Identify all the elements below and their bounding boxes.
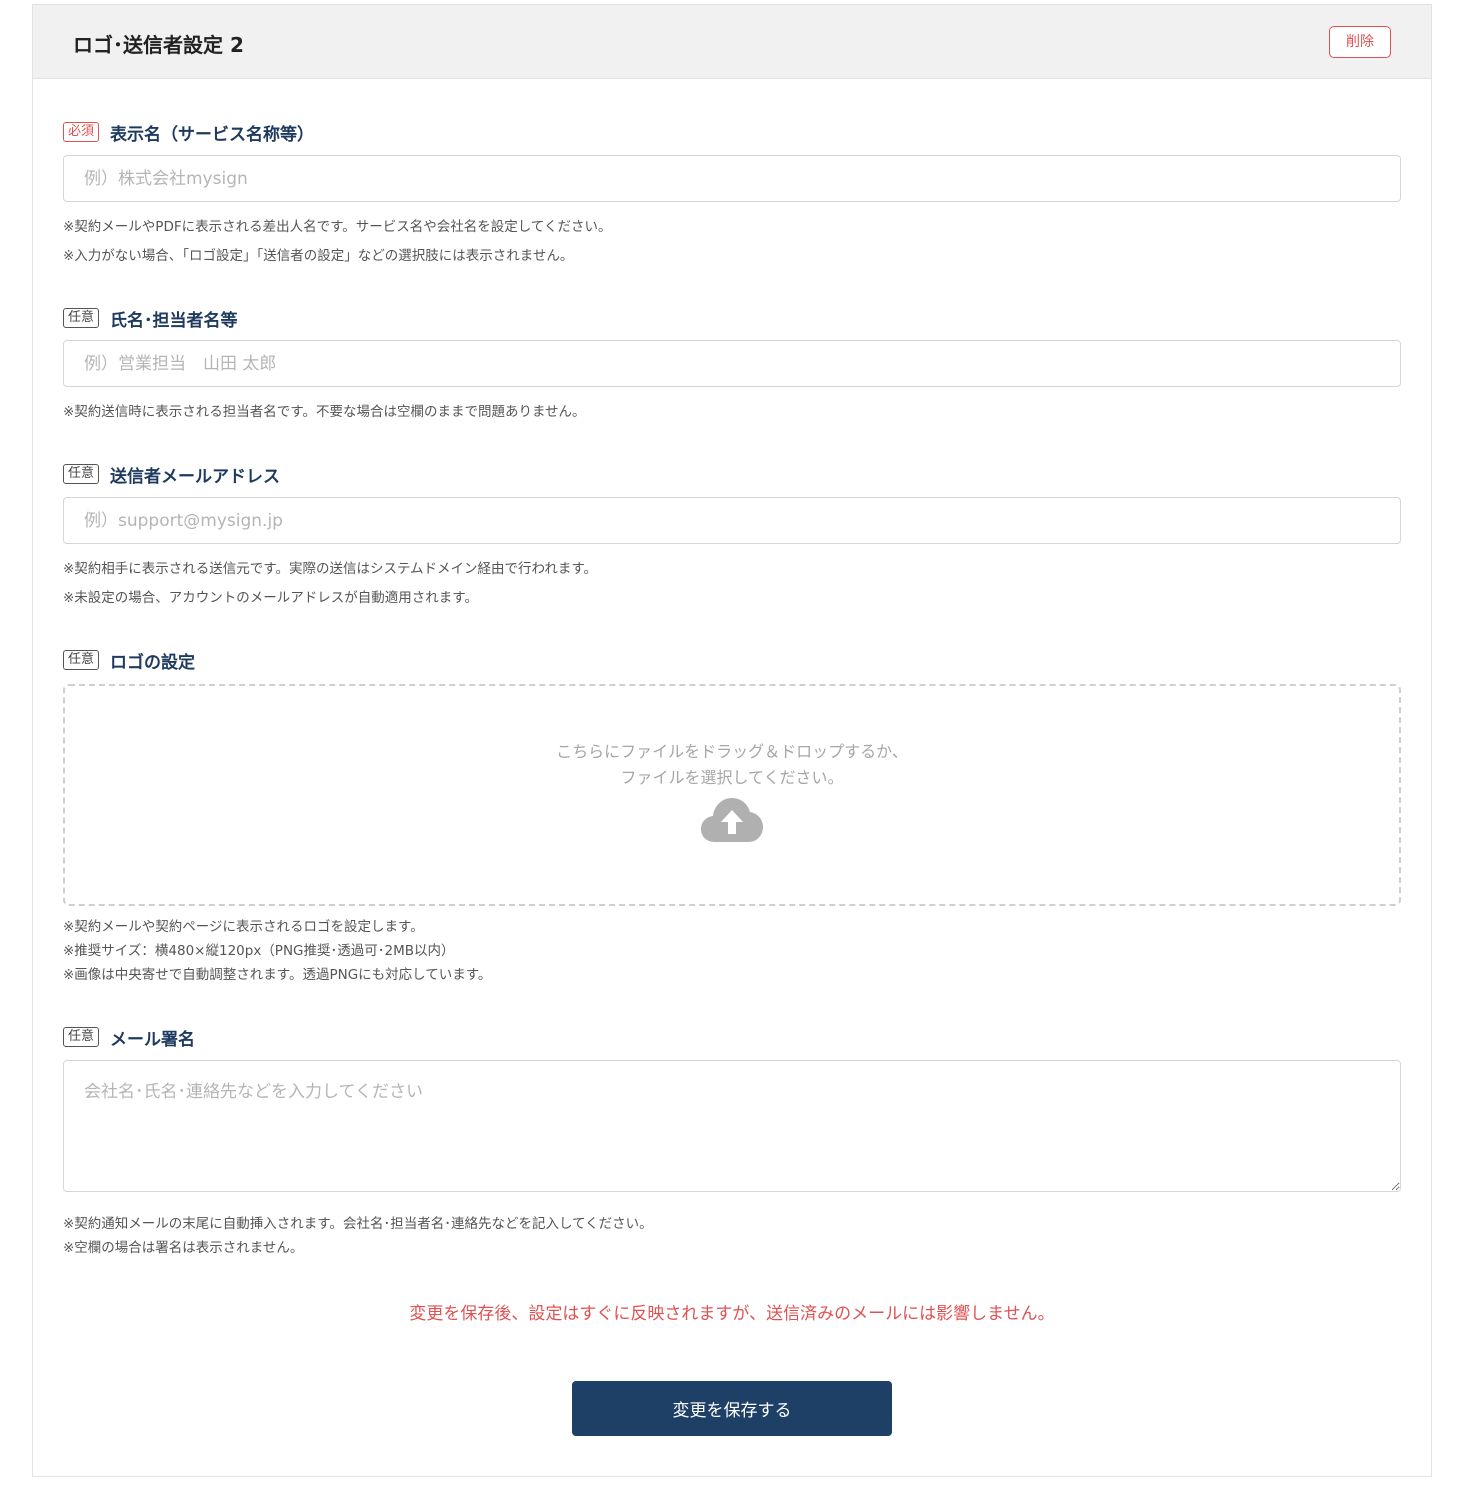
card-header: ロゴ･送信者設定 2 削除 [33,5,1431,79]
person-name-label: 氏名･担当者名等 [110,310,238,331]
display-name-help-1: ※契約メールやPDFに表示される差出人名です。サービス名や会社名を設定してくださ… [63,219,612,235]
required-badge: 必須 [63,122,100,142]
display-name-label: 表示名（サービス名称等） [110,124,315,145]
cloud-upload-icon [701,798,763,842]
logo-label-row: 任意 ロゴの設定 [63,649,196,673]
optional-badge: 任意 [63,308,100,328]
sender-email-label-row: 任意 送信者メールアドレス [63,463,281,487]
signature-label-row: 任意 メール署名 [63,1026,196,1050]
sender-email-help-2: ※未設定の場合、アカウントのメールアドレスが自動適用されます。 [63,590,478,606]
signature-help-1: ※契約通知メールの末尾に自動挿入されます。会社名･担当者名･連絡先などを記入して… [63,1216,653,1232]
signature-help-2: ※空欄の場合は署名は表示されません。 [63,1240,304,1256]
sender-email-input[interactable] [63,497,1401,544]
page-title: ロゴ･送信者設定 2 [73,33,244,57]
dropzone-text-line1: こちらにファイルをドラッグ＆ドロップするか、 [556,742,908,761]
optional-badge: 任意 [63,1027,100,1047]
signature-label: メール署名 [110,1029,196,1050]
person-name-input[interactable] [63,340,1401,387]
logo-help-2: ※推奨サイズ：横480×縦120px（PNG推奨･透過可･2MB以内） [63,943,455,959]
optional-badge: 任意 [63,464,100,484]
delete-button[interactable]: 削除 [1329,26,1391,58]
logo-help-1: ※契約メールや契約ページに表示されるロゴを設定します。 [63,919,424,935]
display-name-label-row: 必須 表示名（サービス名称等） [63,121,315,145]
logo-help-3: ※画像は中央寄せで自動調整されます。透過PNGにも対応しています。 [63,967,492,983]
signature-textarea[interactable] [63,1060,1401,1192]
save-notice: 変更を保存後、設定はすぐに反映されますが、送信済みのメールには影響しません。 [409,1304,1055,1324]
logo-dropzone[interactable]: こちらにファイルをドラッグ＆ドロップするか、 ファイルを選択してください。 [63,684,1401,906]
save-button[interactable]: 変更を保存する [572,1381,892,1436]
settings-card: ロゴ･送信者設定 2 削除 必須 表示名（サービス名称等） ※契約メールやPDF… [32,4,1432,1477]
optional-badge: 任意 [63,650,100,670]
person-name-label-row: 任意 氏名･担当者名等 [63,307,238,331]
person-name-help-1: ※契約送信時に表示される担当者名です。不要な場合は空欄のままで問題ありません。 [63,404,586,420]
sender-email-help-1: ※契約相手に表示される送信元です。実際の送信はシステムドメイン経由で行われます。 [63,561,598,577]
display-name-help-2: ※入力がない場合、「ロゴ設定」「送信者の設定」などの選択肢には表示されません。 [63,248,574,264]
sender-email-label: 送信者メールアドレス [110,466,281,487]
display-name-input[interactable] [63,155,1401,202]
dropzone-text-line2: ファイルを選択してください。 [620,768,844,787]
logo-label: ロゴの設定 [110,652,196,673]
